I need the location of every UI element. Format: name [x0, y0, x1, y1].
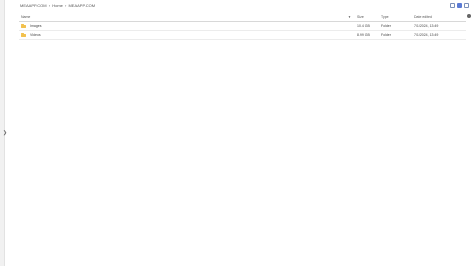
breadcrumb: MEAAPP.COM › Home › MEAAPP.COM: [20, 3, 96, 8]
column-header-type[interactable]: Type: [381, 15, 389, 19]
column-header-name[interactable]: Name: [21, 15, 30, 19]
file-name: Images: [30, 24, 42, 28]
view-toolbar: [450, 3, 469, 8]
expand-sidebar-icon[interactable]: ❯: [2, 130, 8, 136]
file-size: 10.4 GB: [357, 24, 370, 28]
breadcrumb-item-root[interactable]: MEAAPP.COM: [20, 3, 47, 8]
file-name: Videos: [30, 33, 41, 37]
file-table: Name ▼ Size Type Date edited Images 10.4…: [19, 13, 466, 40]
breadcrumb-item-current[interactable]: MEAAPP.COM: [68, 3, 95, 8]
file-size: 8.99 GB: [357, 33, 370, 37]
grid-view-icon[interactable]: [464, 3, 469, 8]
file-date: 7/1/2024, 13:49: [414, 24, 439, 28]
table-row[interactable]: Videos 8.99 GB Folder 7/1/2024, 13:49: [19, 31, 466, 40]
breadcrumb-separator: ›: [65, 3, 67, 8]
sort-arrow-icon[interactable]: ▼: [348, 15, 351, 19]
breadcrumb-separator: ›: [48, 3, 51, 8]
folder-icon: [21, 32, 26, 37]
breadcrumb-item-home[interactable]: Home: [52, 3, 63, 8]
info-icon[interactable]: [450, 3, 455, 8]
list-view-icon[interactable]: [457, 3, 462, 8]
table-header-row: Name ▼ Size Type Date edited: [19, 13, 466, 22]
file-type: Folder: [381, 33, 391, 37]
file-type: Folder: [381, 24, 391, 28]
folder-icon: [21, 23, 26, 28]
column-header-date[interactable]: Date edited: [414, 15, 432, 19]
file-manager-window: ❯ MEAAPP.COM › Home › MEAAPP.COM Name ▼ …: [0, 0, 474, 266]
column-header-size[interactable]: Size: [357, 15, 364, 19]
file-date: 7/1/2024, 13:49: [414, 33, 439, 37]
gear-icon[interactable]: [467, 14, 471, 18]
table-row[interactable]: Images 10.4 GB Folder 7/1/2024, 13:49: [19, 22, 466, 31]
